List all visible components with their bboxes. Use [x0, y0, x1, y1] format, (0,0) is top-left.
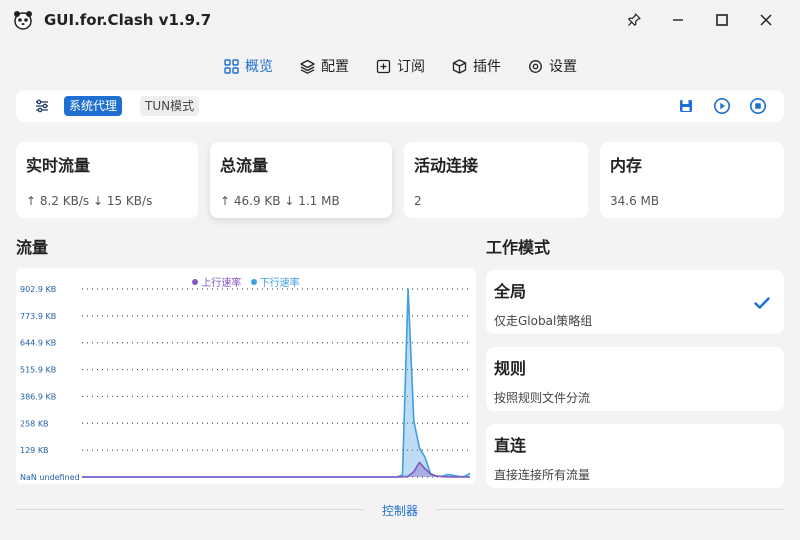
mode-option-rule[interactable]: 规则 按照规则文件分流 — [486, 347, 784, 411]
cube-icon — [452, 58, 467, 74]
mode-section-title: 工作模式 — [486, 238, 551, 257]
footer-divider — [436, 509, 784, 510]
card-value: ↑ 8.2 KB/s ↓ 15 KB/s — [26, 194, 153, 208]
save-button[interactable] — [676, 96, 696, 116]
traffic-section-title: 流量 — [16, 238, 49, 257]
card-title: 总流量 — [220, 156, 269, 175]
card-value: ↑ 46.9 KB ↓ 1.1 MB — [220, 194, 340, 208]
mode-option-direct[interactable]: 直连 直接连接所有流量 — [486, 424, 784, 488]
card-value: 34.6 MB — [610, 194, 660, 208]
save-icon — [680, 100, 692, 112]
main-nav: 概览 配置 订阅 插件 设置 — [0, 54, 800, 78]
y-tick-label: NaN undefined — [20, 473, 80, 482]
mode-desc: 仅走Global策略组 — [494, 314, 593, 328]
nav-item-label: 订阅 — [397, 59, 425, 75]
quick-settings-button[interactable] — [32, 96, 52, 116]
title-bar: GUI.for.Clash v1.9.7 — [0, 0, 800, 40]
gear-icon — [529, 59, 542, 73]
pin-icon — [628, 13, 641, 26]
active-connections-card[interactable]: 活动连接 2 — [404, 142, 588, 218]
mode-desc: 直接连接所有流量 — [494, 468, 591, 482]
nav-item-plugins[interactable]: 插件 — [452, 54, 501, 78]
nav-item-settings[interactable]: 设置 — [528, 54, 577, 78]
tun-mode-toggle[interactable]: TUN模式 — [140, 96, 200, 116]
y-tick-label: 902.9 KB — [20, 285, 56, 294]
close-icon — [760, 14, 772, 26]
check-icon — [754, 297, 770, 309]
y-tick-label: 258 KB — [20, 419, 49, 428]
controller-link[interactable]: 控制器 — [364, 502, 436, 519]
pin-button[interactable] — [620, 8, 648, 32]
grid-icon — [224, 58, 239, 74]
y-tick-label: 129 KB — [20, 446, 49, 455]
layers-icon — [300, 59, 315, 74]
traffic-chart: 上行速率 下行速率 NaN undefined 129 KB 258 KB 386.9… — [16, 268, 476, 484]
restart-button[interactable] — [712, 96, 732, 116]
chart-svg: NaN undefined 129 KB 258 KB 386.9 KB 515.9 K… — [20, 285, 471, 482]
mode-title: 全局 — [494, 282, 527, 301]
app-title: GUI.for.Clash v1.9.7 — [44, 11, 212, 29]
card-title: 实时流量 — [26, 156, 91, 175]
memory-card: 内存 34.6 MB — [600, 142, 784, 218]
card-title: 活动连接 — [414, 156, 479, 175]
nav-item-label: 概览 — [245, 59, 273, 75]
realtime-traffic-card: 实时流量 ↑ 8.2 KB/s ↓ 15 KB/s — [16, 142, 198, 218]
system-proxy-toggle[interactable]: 系统代理 — [64, 96, 123, 116]
mode-option-global[interactable]: 全局 仅走Global策略组 — [486, 270, 784, 334]
nav-item-profiles[interactable]: 配置 — [300, 54, 349, 78]
stop-circle-icon — [750, 98, 766, 114]
minimize-button[interactable] — [664, 8, 692, 32]
close-button[interactable] — [752, 8, 780, 32]
card-title: 内存 — [610, 156, 643, 175]
nav-item-label: 设置 — [549, 59, 577, 75]
nav-item-subscriptions[interactable]: 订阅 — [376, 54, 425, 78]
nav-item-label: 插件 — [473, 59, 501, 75]
mode-title: 直连 — [494, 436, 527, 455]
maximize-icon — [716, 14, 728, 26]
app-logo — [14, 11, 32, 30]
y-tick-label: 386.9 KB — [20, 392, 56, 401]
play-circle-icon — [714, 98, 730, 114]
y-tick-label: 515.9 KB — [20, 366, 56, 375]
total-traffic-card: 总流量 ↑ 46.9 KB ↓ 1.1 MB — [210, 142, 392, 218]
stop-button[interactable] — [748, 96, 768, 116]
proxy-toolbar: 系统代理 TUN模式 — [16, 90, 784, 122]
maximize-button[interactable] — [708, 8, 736, 32]
nav-item-overview[interactable]: 概览 — [224, 54, 273, 78]
footer-divider — [16, 509, 364, 510]
y-tick-label: 644.9 KB — [20, 339, 56, 348]
nav-item-label: 配置 — [321, 59, 349, 75]
mode-title: 规则 — [494, 359, 527, 378]
y-tick-label: 773.9 KB — [20, 312, 56, 321]
card-value: 2 — [414, 194, 422, 208]
sliders-icon — [36, 99, 48, 113]
plus-square-icon — [376, 59, 391, 73]
mode-desc: 按照规则文件分流 — [494, 391, 591, 405]
minimize-icon — [673, 19, 683, 21]
